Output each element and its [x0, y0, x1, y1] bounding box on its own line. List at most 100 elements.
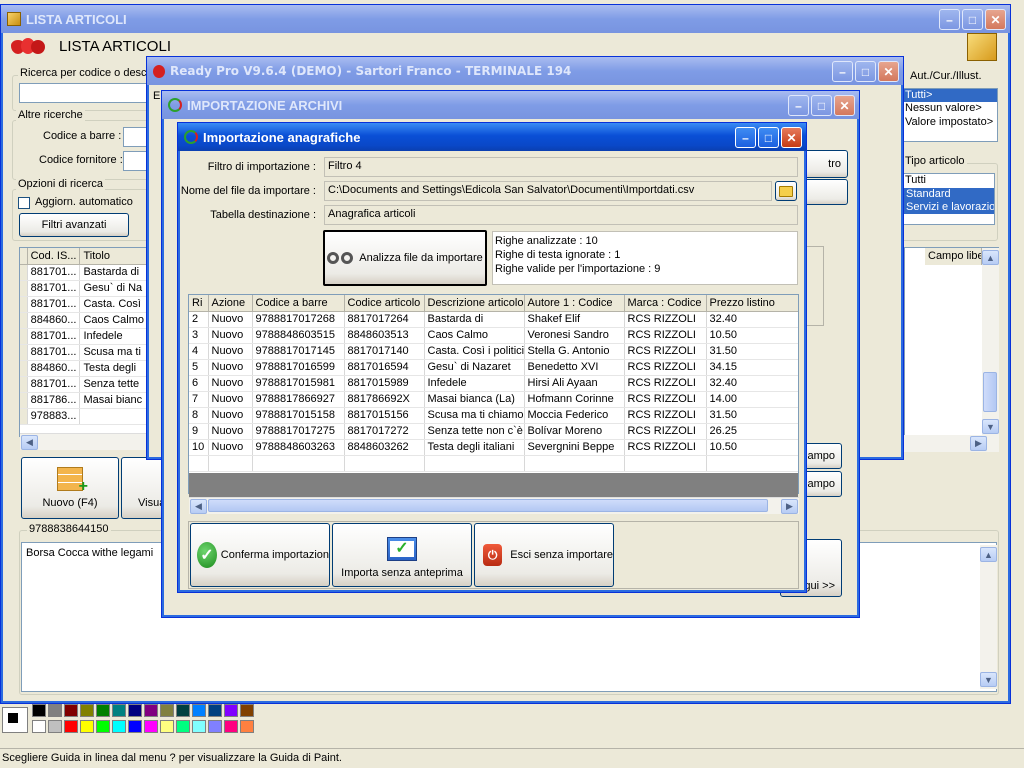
col-header-autore[interactable]: Autore 1 : Codice: [524, 295, 625, 312]
readypro-minimize-button[interactable]: –: [832, 61, 853, 82]
palette-color-swatch[interactable]: [176, 704, 190, 717]
col-header-prezzo[interactable]: Prezzo listino: [706, 295, 798, 312]
palette-color-swatch[interactable]: [32, 720, 46, 733]
table-row[interactable]: 978883...: [20, 408, 148, 425]
right-grid-vscrollbar[interactable]: ▲ ▼: [982, 248, 999, 436]
palette-color-swatch[interactable]: [208, 704, 222, 717]
col-header-marca[interactable]: Marca : Codice: [624, 295, 707, 312]
palette-color-swatch[interactable]: [128, 704, 142, 717]
description-vscrollbar[interactable]: ▲ ▼: [980, 545, 997, 689]
table-row[interactable]: 881701... Bastarda di: [20, 264, 148, 281]
type-item-standard[interactable]: Standard: [904, 188, 994, 201]
palette-color-swatch[interactable]: [80, 704, 94, 717]
new-button[interactable]: + Nuovo (F4): [21, 457, 119, 519]
side-filter-button[interactable]: tro: [802, 150, 848, 178]
table-row[interactable]: 881786... Masai bianc: [20, 392, 148, 409]
confirm-import-button[interactable]: ✓ Conferma importazion: [190, 523, 330, 587]
exit-no-import-button[interactable]: ⏻ Esci senza importare: [474, 523, 614, 587]
col-header-titolo[interactable]: Titolo: [79, 248, 148, 265]
palette-color-swatch[interactable]: [80, 720, 94, 733]
col-header-descrizione[interactable]: Descrizione articolo: [424, 295, 525, 312]
palette-color-swatch[interactable]: [112, 720, 126, 733]
palette-color-swatch[interactable]: [192, 720, 206, 733]
aut-item-nessun[interactable]: Nessun valore>: [905, 102, 982, 114]
table-row[interactable]: 881701... Casta. Così: [20, 296, 148, 313]
readypro-close-button[interactable]: ✕: [878, 61, 899, 82]
palette-color-swatch[interactable]: [224, 704, 238, 717]
palette-color-swatch[interactable]: [48, 704, 62, 717]
palette-color-swatch[interactable]: [32, 704, 46, 717]
close-button[interactable]: ✕: [985, 9, 1006, 30]
table-row[interactable]: 884860... Testa degli: [20, 360, 148, 377]
search-input[interactable]: [19, 83, 149, 103]
col-header-cod-is[interactable]: Cod. IS...: [27, 248, 81, 265]
type-item-tutti[interactable]: Tutti: [905, 174, 926, 186]
palette-color-swatch[interactable]: [96, 704, 110, 717]
import-close-button[interactable]: ✕: [834, 95, 855, 116]
palette-color-swatch[interactable]: [240, 720, 254, 733]
table-row[interactable]: 4 Nuovo 9788817017145 8817017140 Casta. Così…: [189, 343, 798, 360]
table-row[interactable]: 10 Nuovo 9788848603263 8848603262 Testa degl…: [189, 439, 798, 456]
table-row[interactable]: 7 Nuovo 9788817866927 881786692X Masai bianc…: [189, 391, 798, 408]
palette-color-swatch[interactable]: [160, 704, 174, 717]
table-row[interactable]: 8 Nuovo 9788817015158 8817015156 Scusa ma ti…: [189, 407, 798, 424]
auto-update-checkbox[interactable]: [18, 197, 30, 209]
palette-color-swatch[interactable]: [144, 704, 158, 717]
current-color-swatch[interactable]: [2, 707, 28, 733]
anag-close-button[interactable]: ✕: [781, 127, 802, 148]
type-item-servizi[interactable]: Servizi e lavorazion: [904, 201, 994, 214]
table-cell: RCS RIZZOLI: [624, 423, 707, 440]
side-button-2[interactable]: [802, 179, 848, 205]
aut-item-tutti[interactable]: Tutti>: [903, 89, 997, 102]
import-minimize-button[interactable]: –: [788, 95, 809, 116]
hscroll-thumb[interactable]: [208, 499, 768, 512]
table-row[interactable]: 5 Nuovo 9788817016599 8817016594 Gesu` di Na…: [189, 359, 798, 376]
palette-color-swatch[interactable]: [224, 720, 238, 733]
palette-color-swatch[interactable]: [192, 704, 206, 717]
col-header-azione[interactable]: Azione: [208, 295, 253, 312]
col-header-codice-barre[interactable]: Codice a barre: [252, 295, 345, 312]
table-row[interactable]: 881701... Gesu` di Na: [20, 280, 148, 297]
minimize-button[interactable]: –: [939, 9, 960, 30]
col-header-riga[interactable]: Ri: [189, 295, 209, 312]
table-row[interactable]: 881701... Infedele: [20, 328, 148, 345]
table-row[interactable]: 2 Nuovo 9788817017268 8817017264 Bastarda di…: [189, 311, 798, 328]
articles-grid[interactable]: Cod. IS... Titolo 881701... Bastarda di 881…: [19, 247, 149, 437]
browse-folder-button[interactable]: [775, 181, 797, 201]
aut-item-valore[interactable]: Valore impostato>: [905, 116, 993, 128]
readypro-maximize-button[interactable]: □: [855, 61, 876, 82]
table-row[interactable]: 6 Nuovo 9788817015981 8817015989 Infedele Hir…: [189, 375, 798, 392]
palette-color-swatch[interactable]: [208, 720, 222, 733]
advanced-filters-button[interactable]: Filtri avanzati: [19, 213, 129, 237]
col-header-campo-libero[interactable]: Campo libe: [925, 248, 982, 265]
maximize-button[interactable]: □: [962, 9, 983, 30]
table-row[interactable]: 3 Nuovo 9788848603515 8848603513 Caos Calmo V…: [189, 327, 798, 344]
palette-color-swatch[interactable]: [128, 720, 142, 733]
palette-color-swatch[interactable]: [240, 704, 254, 717]
side-filter-label: tro: [828, 158, 841, 170]
import-preview-grid[interactable]: Ri Azione Codice a barre Codice articolo…: [188, 294, 799, 494]
anag-minimize-button[interactable]: –: [735, 127, 756, 148]
articles-hscrollbar[interactable]: ◀: [20, 433, 150, 450]
table-row-empty[interactable]: [189, 455, 798, 472]
import-no-preview-button[interactable]: ✓ Importa senza anteprima: [332, 523, 472, 587]
palette-color-swatch[interactable]: [64, 704, 78, 717]
palette-color-swatch[interactable]: [64, 720, 78, 733]
analyze-button[interactable]: Analizza file da importare: [323, 230, 487, 286]
palette-color-swatch[interactable]: [176, 720, 190, 733]
palette-color-swatch[interactable]: [160, 720, 174, 733]
palette-color-swatch[interactable]: [96, 720, 110, 733]
palette-color-swatch[interactable]: [48, 720, 62, 733]
table-row[interactable]: 9 Nuovo 9788817017275 8817017272 Senza tette…: [189, 423, 798, 440]
view-button[interactable]: Visua: [121, 457, 163, 519]
table-row[interactable]: 884860... Caos Calmo: [20, 312, 148, 329]
anag-maximize-button[interactable]: □: [758, 127, 779, 148]
col-header-codice-articolo[interactable]: Codice articolo: [344, 295, 425, 312]
import-maximize-button[interactable]: □: [811, 95, 832, 116]
table-row[interactable]: 881701... Scusa ma ti: [20, 344, 148, 361]
type-label: Tipo articolo: [903, 155, 967, 167]
table-row[interactable]: 881701... Senza tette: [20, 376, 148, 393]
preview-hscrollbar[interactable]: ◀ ▶: [189, 497, 799, 514]
palette-color-swatch[interactable]: [112, 704, 126, 717]
palette-color-swatch[interactable]: [144, 720, 158, 733]
